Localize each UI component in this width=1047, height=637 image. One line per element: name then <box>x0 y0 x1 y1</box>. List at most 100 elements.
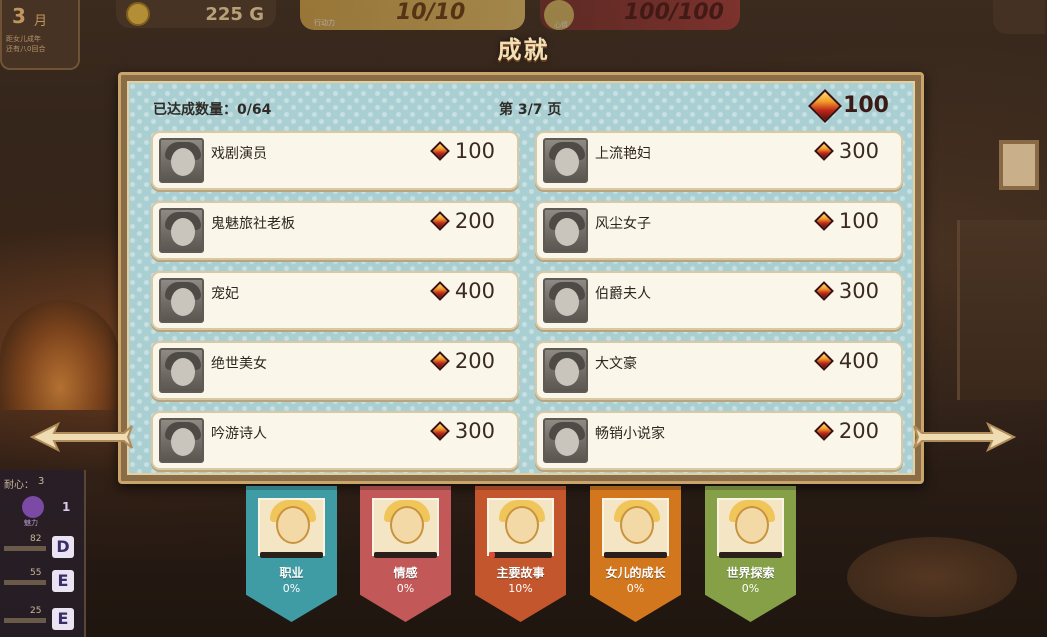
achievement-card[interactable]: 绝世美女 200 <box>151 341 519 400</box>
stat-row: 55 E <box>4 568 78 596</box>
achievement-grid: 戏剧演员 100 上流艳妇 300 鬼魅旅社老板 200 风尘女子 100 宠妃 <box>151 131 903 470</box>
month-unit: 月 <box>34 14 48 29</box>
charm-label: 魅力 <box>24 519 38 527</box>
category-art <box>487 498 554 556</box>
category-label: 女儿的成长 <box>605 566 666 580</box>
panel-header: 已达成数量：0/64 第 3/7 页 100 <box>153 88 889 123</box>
achievement-card[interactable]: 宠妃 400 <box>151 271 519 330</box>
achievement-name: 伯爵夫人 <box>595 286 651 302</box>
settings-button[interactable] <box>993 0 1045 34</box>
category-progress-bar <box>374 552 437 558</box>
gold-value: 225 <box>205 4 243 25</box>
category-art <box>602 498 669 556</box>
category-percent: 0% <box>626 582 645 595</box>
tab-daughter-growth[interactable]: 女儿的成长 0% <box>590 486 681 622</box>
mood-display: 心情 100/100 <box>540 0 740 30</box>
coin-icon <box>126 2 150 26</box>
charm-value: 1 <box>62 500 71 514</box>
achievement-portrait <box>159 208 204 253</box>
achievement-reward: 300 <box>814 279 879 303</box>
achievement-reward: 300 <box>814 139 879 163</box>
achievement-reward: 200 <box>814 419 879 443</box>
achievement-card[interactable]: 戏剧演员 100 <box>151 131 519 190</box>
achievement-reward: 100 <box>814 209 879 233</box>
dining-table <box>847 537 1017 617</box>
category-percent: 10% <box>508 582 533 595</box>
prev-page-arrow-icon[interactable] <box>28 420 134 454</box>
reward-points: 300 <box>838 279 879 303</box>
stats-sidebar: 耐心： 3 魅力 1 82 D 55 E 25 E <box>0 470 86 637</box>
mood-label: 心情 <box>554 21 568 29</box>
achievement-card[interactable]: 畅销小说家 200 <box>535 411 903 470</box>
category-art <box>372 498 439 556</box>
achievement-name: 宠妃 <box>211 286 239 302</box>
patience-label: 耐心： <box>4 480 34 491</box>
reward-points: 200 <box>454 209 495 233</box>
achievement-card[interactable]: 鬼魅旅社老板 200 <box>151 201 519 260</box>
achievement-panel: 已达成数量：0/64 第 3/7 页 100 戏剧演员 100 上流艳妇 300… <box>118 72 924 484</box>
total-points: 100 <box>808 88 889 123</box>
achievement-card[interactable]: 风尘女子 100 <box>535 201 903 260</box>
achievement-name: 风尘女子 <box>595 216 651 232</box>
gem-icon <box>430 351 450 371</box>
category-tabs: 职业 0% 情感 0% 主要故事 10% 女儿的成长 0% 世界探索 0% <box>246 486 806 637</box>
achievement-reward: 400 <box>430 279 495 303</box>
gem-icon <box>814 351 834 371</box>
category-percent: 0% <box>741 582 760 595</box>
tab-job[interactable]: 职业 0% <box>246 486 337 622</box>
gem-icon <box>430 281 450 301</box>
achievement-name: 畅销小说家 <box>595 426 665 442</box>
achievement-portrait <box>159 418 204 463</box>
cabinet <box>957 220 1047 400</box>
page-indicator: 第 3/7 页 <box>499 102 562 118</box>
gem-icon <box>430 141 450 161</box>
gem-icon <box>430 211 450 231</box>
gold-display: 225 G <box>116 0 276 28</box>
stamina-value: 10/10 <box>396 0 466 25</box>
achievement-reward: 400 <box>814 349 879 373</box>
achievement-name: 绝世美女 <box>211 356 267 372</box>
gem-icon <box>814 281 834 301</box>
achievement-card[interactable]: 伯爵夫人 300 <box>535 271 903 330</box>
achievement-reward: 100 <box>430 139 495 163</box>
achievement-portrait <box>159 348 204 393</box>
page-title: 成就 <box>497 36 550 64</box>
achievement-name: 吟游诗人 <box>211 426 267 442</box>
reward-points: 300 <box>454 419 495 443</box>
stat-row: 82 D <box>4 534 78 562</box>
stat-grade: E <box>52 608 74 630</box>
fireplace <box>0 300 120 410</box>
category-progress-bar <box>719 552 782 558</box>
tab-world-exploration[interactable]: 世界探索 0% <box>705 486 796 622</box>
achievement-name: 戏剧演员 <box>211 146 267 162</box>
reward-points: 200 <box>454 349 495 373</box>
charm-icon <box>22 496 44 518</box>
achievement-portrait <box>543 138 588 183</box>
wall-picture <box>999 140 1039 190</box>
category-label: 职业 <box>279 566 304 580</box>
reward-points: 200 <box>838 419 879 443</box>
achievement-portrait <box>543 208 588 253</box>
achieved-count: 已达成数量：0/64 <box>153 102 272 118</box>
gold-unit: G <box>249 4 264 25</box>
achievement-reward: 200 <box>430 209 495 233</box>
tab-emotion[interactable]: 情感 0% <box>360 486 451 622</box>
achievement-card[interactable]: 上流艳妇 300 <box>535 131 903 190</box>
category-percent: 0% <box>396 582 415 595</box>
achievement-card[interactable]: 大文豪 400 <box>535 341 903 400</box>
achievement-name: 上流艳妇 <box>595 146 651 162</box>
achievement-portrait <box>159 278 204 323</box>
category-label: 情感 <box>393 566 418 580</box>
gem-icon <box>430 421 450 441</box>
reward-points: 400 <box>454 279 495 303</box>
achievement-portrait <box>543 348 588 393</box>
achievement-name: 大文豪 <box>595 356 637 372</box>
achievement-card[interactable]: 吟游诗人 300 <box>151 411 519 470</box>
month-number: 3 <box>12 4 26 28</box>
achievement-portrait <box>543 278 588 323</box>
category-label: 世界探索 <box>726 566 775 580</box>
next-page-arrow-icon[interactable] <box>912 420 1018 454</box>
tab-main-story[interactable]: 主要故事 10% <box>475 486 566 622</box>
patience-value: 3 <box>38 476 45 487</box>
achievement-name: 鬼魅旅社老板 <box>211 216 295 232</box>
